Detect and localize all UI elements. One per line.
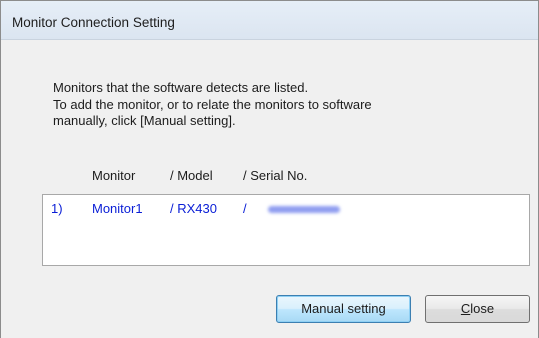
row-index: 1)	[51, 201, 63, 216]
list-column-headers: Monitor / Model / Serial No.	[1, 168, 538, 186]
title-bar[interactable]: Monitor Connection Setting	[1, 1, 538, 40]
message-line: Monitors that the software detects are l…	[53, 80, 309, 95]
instruction-message: Monitors that the software detects are l…	[53, 80, 513, 130]
row-serial-separator: /	[243, 201, 247, 216]
row-monitor-name: Monitor1	[92, 201, 143, 216]
monitor-connection-dialog: Monitor Connection Setting Monitors that…	[0, 0, 539, 338]
manual-setting-label: Manual setting	[301, 301, 386, 316]
window-title: Monitor Connection Setting	[12, 15, 175, 30]
close-label: lose	[470, 301, 495, 316]
message-line: manually, click [Manual setting].	[53, 113, 236, 128]
manual-setting-button[interactable]: Manual setting	[276, 295, 411, 323]
redacted-serial-number	[268, 206, 340, 213]
monitor-list[interactable]: 1) Monitor1 / RX430 /	[42, 194, 530, 266]
list-item[interactable]: 1) Monitor1 / RX430 /	[43, 201, 529, 217]
close-button[interactable]: Close	[425, 295, 530, 323]
message-line: To add the monitor, or to relate the mon…	[53, 96, 372, 112]
column-header-monitor: Monitor	[92, 168, 136, 183]
close-mnemonic: C	[460, 301, 471, 316]
column-header-model: / Model	[170, 168, 213, 183]
row-model: / RX430	[170, 201, 217, 216]
column-header-serial: / Serial No.	[243, 168, 308, 183]
